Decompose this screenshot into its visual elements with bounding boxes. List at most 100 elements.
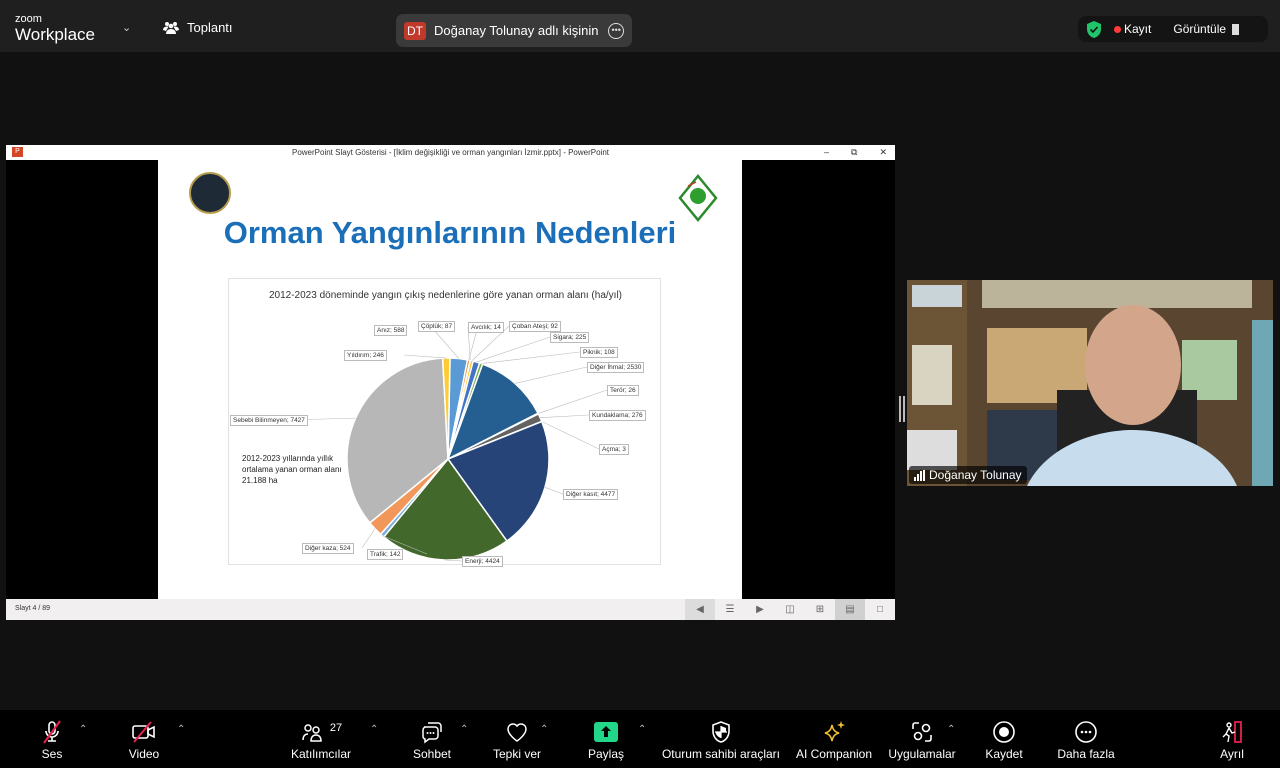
meeting-label: Toplantı	[187, 20, 233, 35]
view-label: Görüntüle	[1173, 22, 1227, 36]
share-status-text: Doğanay Tolunay adlı kişinin ekra	[434, 23, 600, 38]
recording-indicator[interactable]: Kayıt	[1114, 22, 1151, 36]
participants-icon	[302, 724, 322, 742]
data-label: Sigara; 225	[550, 332, 590, 343]
video-feed	[907, 280, 1273, 486]
annual-average-note: 2012-2023 yıllarında yıllık ortalama yan…	[242, 453, 362, 486]
slide-sorter-button[interactable]: ⊞	[805, 599, 835, 620]
host-shield-icon	[712, 721, 730, 743]
record-dot-icon	[1114, 26, 1121, 33]
next-slide-button[interactable]: ▶	[745, 599, 775, 620]
leave-label: Ayrıl	[1220, 747, 1244, 761]
data-label: Avcılık; 14	[468, 322, 504, 333]
participants-button[interactable]: 27 Katılımcılar	[286, 720, 356, 761]
slideshow-button[interactable]: □	[865, 599, 895, 620]
more-button[interactable]: Daha fazla	[1056, 720, 1116, 761]
audio-button[interactable]: Ses	[32, 720, 72, 761]
university-logo	[189, 172, 231, 214]
leave-icon	[1222, 721, 1242, 743]
data-label: Diğer kasıt; 4477	[563, 489, 619, 500]
data-label: Yıldırım; 246	[344, 350, 387, 361]
data-label: Diğer İhmal; 2530	[587, 362, 645, 373]
video-button[interactable]: Video	[122, 720, 166, 761]
record-icon	[993, 721, 1015, 743]
meeting-info-button[interactable]: Toplantı	[163, 20, 233, 35]
recording-status: Kayıt Görüntüle	[1078, 16, 1268, 42]
close-icon[interactable]: ✕	[879, 145, 887, 160]
data-label: Çoban Ateşi; 92	[509, 321, 561, 332]
chat-options-caret[interactable]: ⌃	[460, 724, 468, 735]
signal-strength-icon	[914, 469, 925, 481]
view-button[interactable]: Görüntüle	[1173, 22, 1240, 36]
data-label: Enerji; 4424	[462, 556, 503, 567]
data-label: Anız; 588	[374, 325, 408, 336]
minimize-icon[interactable]: –	[824, 145, 829, 160]
sharer-avatar: DT	[404, 21, 426, 40]
ppt-title-bar: P PowerPoint Slayt Gösterisi - [İklim de…	[6, 145, 895, 160]
slide-title: Orman Yangınlarının Nedenleri	[223, 215, 677, 250]
camera-muted-icon	[132, 721, 155, 743]
zoom-logo: zoom Workplace	[15, 14, 95, 44]
powerpoint-icon: P	[12, 147, 23, 157]
chat-label: Sohbet	[412, 747, 452, 761]
people-icon	[163, 21, 179, 34]
host-tools-button[interactable]: Oturum sahibi araçları	[660, 720, 782, 761]
top-bar: zoom Workplace ⌄ Toplantı DT Doğanay Tol…	[0, 0, 1280, 52]
leader-line	[541, 421, 600, 450]
leader-line	[514, 366, 588, 384]
participant-name-tag: Doğanay Tolunay	[909, 466, 1027, 484]
apps-icon	[912, 722, 932, 742]
recording-label: Kayıt	[1124, 22, 1152, 36]
react-options-caret[interactable]: ⌃	[540, 724, 548, 735]
participants-options-caret[interactable]: ⌃	[370, 724, 378, 735]
brand-large: Workplace	[15, 25, 95, 44]
meeting-toolbar: Ses ⌃ Video ⌃ 27 Katılımcılar ⌃ Sohbet ⌃…	[0, 710, 1280, 768]
leader-line	[433, 329, 460, 359]
host-tools-label: Oturum sahibi araçları	[661, 747, 781, 761]
record-button[interactable]: Kaydet	[982, 720, 1026, 761]
note-line: 21.188 ha	[242, 476, 278, 485]
split-view-drag-handle[interactable]	[899, 396, 905, 422]
video-label: Video	[128, 747, 160, 761]
audio-options-caret[interactable]: ⌃	[79, 724, 87, 735]
ai-companion-button[interactable]: AI Companion	[794, 720, 874, 761]
view-layout-icon	[1232, 23, 1240, 35]
react-label: Tepki ver	[492, 747, 542, 761]
normal-view-button[interactable]: ◫	[775, 599, 805, 620]
apps-options-caret[interactable]: ⌃	[947, 724, 955, 735]
screen-share-indicator[interactable]: DT Doğanay Tolunay adlı kişinin ekra •••	[396, 14, 632, 47]
leave-button[interactable]: Ayrıl	[1213, 720, 1251, 761]
more-label: Daha fazla	[1057, 747, 1115, 761]
audio-label: Ses	[41, 747, 63, 761]
shield-check-icon	[1087, 20, 1101, 38]
leader-line	[403, 354, 447, 359]
video-options-caret[interactable]: ⌃	[177, 724, 185, 735]
chat-button[interactable]: Sohbet	[410, 720, 454, 761]
data-label: Kundaklama; 276	[589, 410, 646, 421]
participant-video-tile[interactable]: Doğanay Tolunay	[907, 280, 1273, 486]
data-label: Diğer kaza; 524	[302, 543, 354, 554]
shared-powerpoint-window: P PowerPoint Slayt Gösterisi - [İklim de…	[6, 145, 895, 620]
ppt-status-bar: Slayt 4 / 89 ◀ ☰ ▶ ◫ ⊞ ▤ □	[6, 599, 895, 620]
data-label: Çöplük; 87	[418, 321, 456, 332]
ppt-window-title: PowerPoint Slayt Gösterisi - [İklim deği…	[291, 148, 609, 157]
restore-icon[interactable]: ⧉	[851, 145, 857, 160]
chat-icon	[422, 722, 442, 744]
share-button[interactable]: Paylaş	[585, 720, 627, 761]
more-options-icon[interactable]: •••	[608, 22, 624, 39]
note-line: ortalama yanan orman alanı	[242, 465, 342, 474]
data-label: Trafik; 142	[367, 549, 404, 560]
previous-slide-button[interactable]: ◀	[685, 599, 715, 620]
reading-view-button[interactable]: ▤	[835, 599, 865, 620]
heart-icon	[507, 723, 527, 742]
data-label: Piknik; 108	[580, 347, 618, 358]
share-label: Paylaş	[587, 747, 625, 761]
share-options-caret[interactable]: ⌃	[638, 724, 646, 735]
react-button[interactable]: Tepki ver	[490, 720, 544, 761]
note-line: 2012-2023 yıllarında yıllık	[242, 454, 334, 463]
participant-name: Doğanay Tolunay	[929, 468, 1022, 482]
chevron-down-icon[interactable]: ⌄	[122, 21, 131, 34]
slide-menu-button[interactable]: ☰	[715, 599, 745, 620]
leader-line	[476, 336, 551, 363]
record-label: Kaydet	[985, 747, 1023, 761]
